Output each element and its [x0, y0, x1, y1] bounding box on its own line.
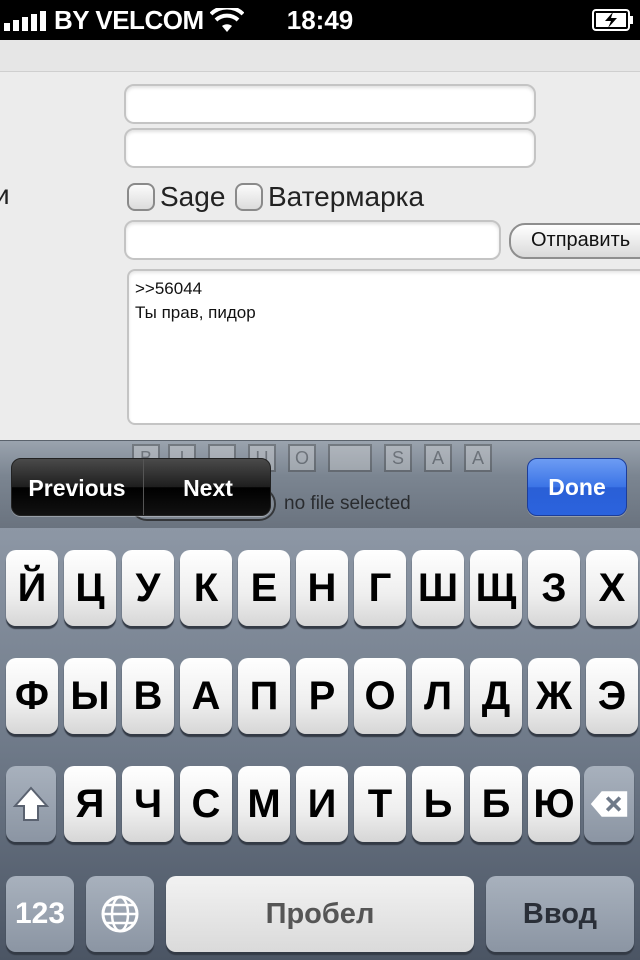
key-з[interactable]: З — [528, 550, 580, 626]
strike-format-button[interactable]: S — [384, 444, 412, 472]
key-в[interactable]: В — [122, 658, 174, 734]
key-а[interactable]: А — [180, 658, 232, 734]
return-key[interactable]: Ввод — [486, 876, 634, 952]
prev-next-segmented: Previous Next — [11, 458, 271, 516]
key-ф[interactable]: Ф — [6, 658, 58, 734]
backspace-key[interactable] — [584, 766, 634, 842]
web-page: ı и Sage Ватермарка Отправить >>56044 Ты… — [0, 40, 640, 440]
key-е[interactable]: Е — [238, 550, 290, 626]
key-ж[interactable]: Ж — [528, 658, 580, 734]
message-line: >>56044 — [135, 279, 203, 298]
key-и[interactable]: И — [296, 766, 348, 842]
numbers-key[interactable]: 123 — [6, 876, 74, 952]
watermark-checkbox[interactable] — [235, 183, 263, 211]
subject-input[interactable] — [124, 220, 501, 260]
key-ц[interactable]: Ц — [64, 550, 116, 626]
subscript-format-button[interactable]: A — [424, 444, 452, 472]
key-щ[interactable]: Щ — [470, 550, 522, 626]
globe-key[interactable] — [86, 876, 154, 952]
key-л[interactable]: Л — [412, 658, 464, 734]
key-ь[interactable]: Ь — [412, 766, 464, 842]
key-ш[interactable]: Ш — [412, 550, 464, 626]
status-bar: BY VELCOM 18:49 — [0, 0, 640, 40]
key-д[interactable]: Д — [470, 658, 522, 734]
form-assistant-bar: B I U O S A A no file selected Previous … — [0, 440, 640, 528]
key-э[interactable]: Э — [586, 658, 638, 734]
space-key[interactable]: Пробел — [166, 876, 474, 952]
key-х[interactable]: Х — [586, 550, 638, 626]
message-textarea[interactable]: >>56044 Ты прав, пидор — [127, 269, 640, 425]
clock-time: 18:49 — [286, 5, 354, 35]
shift-icon — [12, 786, 50, 821]
key-ю[interactable]: Ю — [528, 766, 580, 842]
previous-button[interactable]: Previous — [12, 459, 142, 515]
key-п[interactable]: П — [238, 658, 290, 734]
key-г[interactable]: Г — [354, 550, 406, 626]
key-б[interactable]: Б — [470, 766, 522, 842]
message-line: Ты прав, пидор — [135, 303, 256, 322]
superscript-format-button[interactable]: A — [464, 444, 492, 472]
key-я[interactable]: Я — [64, 766, 116, 842]
email-input[interactable] — [124, 128, 536, 168]
key-о[interactable]: О — [354, 658, 406, 734]
next-button[interactable]: Next — [143, 459, 270, 515]
sage-label: Sage — [160, 181, 226, 212]
field-label-options: и — [0, 179, 10, 210]
keyboard: Й Ц У К Е Н Г Ш Щ З Х Ф Ы В А П Р О Л Д Ж Э Я Ч С М И Т Ь Б Ю 123 Пробел… — [0, 528, 640, 960]
done-button[interactable]: Done — [527, 458, 627, 516]
watermark-label: Ватермарка — [268, 181, 425, 212]
key-ч[interactable]: Ч — [122, 766, 174, 842]
send-button[interactable]: Отправить — [509, 223, 640, 259]
sage-checkbox[interactable] — [127, 183, 155, 211]
key-р[interactable]: Р — [296, 658, 348, 734]
key-й[interactable]: Й — [6, 550, 58, 626]
key-ы[interactable]: Ы — [64, 658, 116, 734]
key-с[interactable]: С — [180, 766, 232, 842]
name-input[interactable] — [124, 84, 536, 124]
file-status: no file selected — [284, 493, 411, 514]
key-н[interactable]: Н — [296, 550, 348, 626]
shift-key[interactable] — [6, 766, 56, 842]
key-м[interactable]: М — [238, 766, 290, 842]
field-label-name: ı — [0, 128, 2, 158]
overline-format-button[interactable]: O — [288, 444, 316, 472]
quote-format-button[interactable] — [328, 444, 372, 472]
globe-icon — [101, 895, 139, 933]
key-к[interactable]: К — [180, 550, 232, 626]
backspace-icon — [590, 791, 628, 817]
key-у[interactable]: У — [122, 550, 174, 626]
battery-charging-icon — [592, 9, 633, 31]
key-т[interactable]: Т — [354, 766, 406, 842]
page-header-band — [0, 40, 640, 72]
